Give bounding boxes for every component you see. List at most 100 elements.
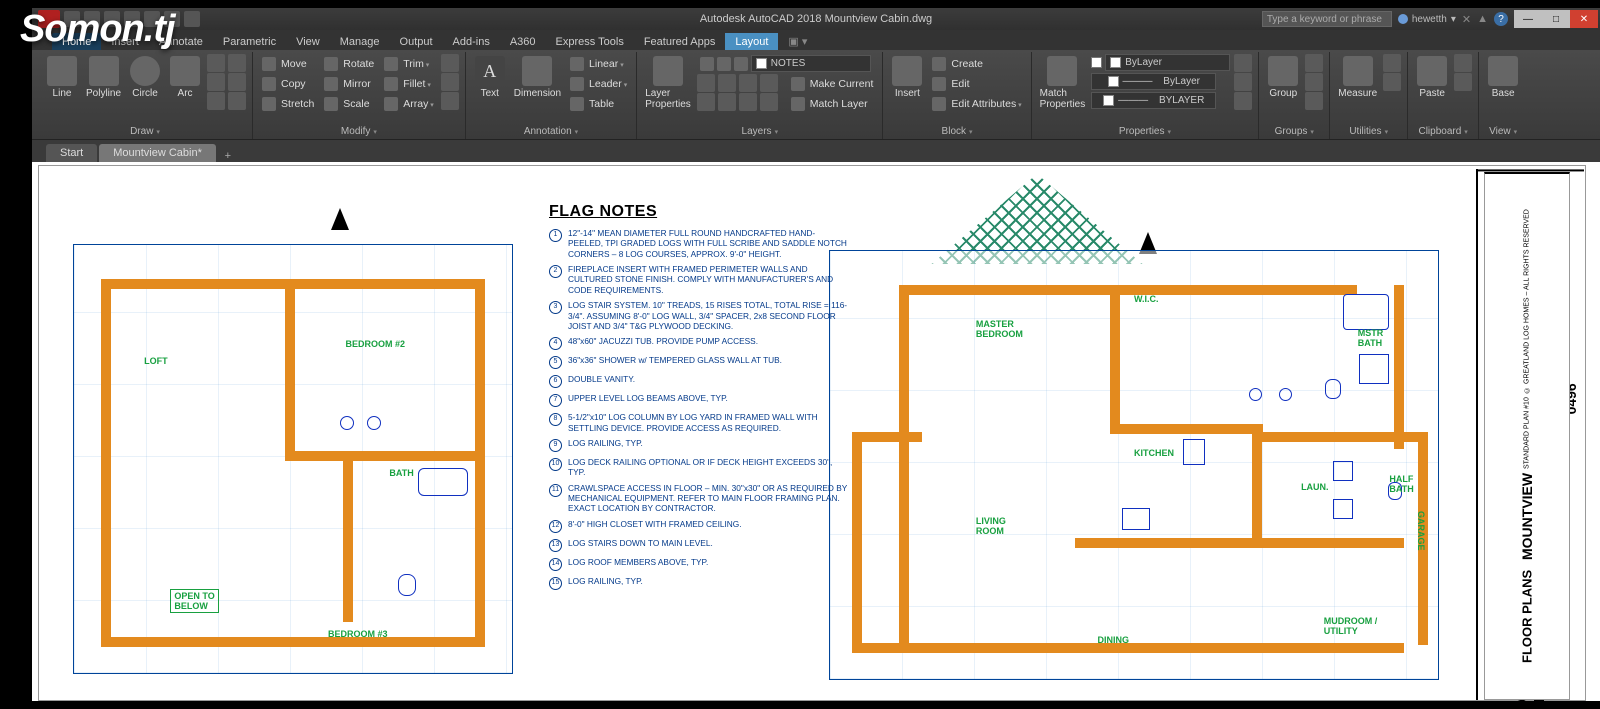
offset-icon[interactable] (441, 92, 459, 110)
trim-button[interactable]: Trim (381, 54, 437, 73)
circle-button[interactable]: Circle (127, 54, 163, 99)
region-icon[interactable] (228, 92, 246, 110)
dimension-button[interactable]: Dimension (512, 54, 563, 99)
stayconnected-icon[interactable]: ▲ (1477, 13, 1488, 25)
matchprops-button[interactable]: Match Properties (1038, 54, 1088, 110)
lineweight-dropdown[interactable]: ——— BYLAYER (1091, 92, 1216, 109)
linear-button[interactable]: Linear (567, 54, 630, 73)
layerunlk-icon[interactable] (760, 93, 778, 111)
tab-view[interactable]: View (286, 33, 330, 50)
window-minimize-button[interactable]: — (1514, 10, 1542, 28)
ungroup-icon[interactable] (1305, 54, 1323, 72)
insert-button[interactable]: Insert (889, 54, 925, 99)
layerprops-button[interactable]: Layer Properties (643, 54, 693, 110)
drawing-area[interactable]: LOFT BEDROOM #2 BATH BEDROOM #3 OPEN TO … (32, 162, 1600, 701)
text-button[interactable]: AText (472, 54, 508, 99)
signin-menu[interactable]: hewetth ▾ (1398, 14, 1456, 25)
layeriso-icon[interactable] (718, 74, 736, 92)
proppal-icon[interactable] (1234, 92, 1252, 110)
panel-modify-label[interactable]: Modify (259, 125, 459, 139)
leader-button[interactable]: Leader (567, 74, 630, 93)
layerthw-icon[interactable] (739, 93, 757, 111)
layerfrz-icon[interactable] (739, 74, 757, 92)
panel-annotation-label[interactable]: Annotation (472, 125, 630, 139)
erase-icon[interactable] (441, 54, 459, 72)
spline-icon[interactable] (228, 73, 246, 91)
tab-parametric[interactable]: Parametric (213, 33, 286, 50)
panel-properties-label[interactable]: Properties (1038, 125, 1253, 139)
layeroff-icon[interactable] (697, 74, 715, 92)
move-button[interactable]: Move (259, 54, 317, 73)
createblock-button[interactable]: Create (929, 54, 1024, 73)
window-maximize-button[interactable]: □ (1542, 10, 1570, 28)
paste-button[interactable]: Paste (1414, 54, 1450, 99)
table-button[interactable]: Table (567, 94, 630, 113)
scale-button[interactable]: Scale (321, 94, 377, 113)
help-icon[interactable]: ? (1494, 12, 1508, 26)
panel-utilities-label[interactable]: Utilities (1336, 125, 1401, 139)
panel-groups-label[interactable]: Groups (1265, 125, 1323, 139)
measure-button[interactable]: Measure (1336, 54, 1379, 99)
layerlock-icon[interactable] (760, 74, 778, 92)
copy-button[interactable]: Copy (259, 74, 317, 93)
editattrib-button[interactable]: Edit Attributes (929, 94, 1024, 113)
groupsel-icon[interactable] (1305, 92, 1323, 110)
panel-view-label[interactable]: View (1485, 125, 1521, 139)
explode-icon[interactable] (441, 73, 459, 91)
panel-layers-label[interactable]: Layers (643, 125, 876, 139)
tab-addins[interactable]: Add-ins (443, 33, 500, 50)
stretch-button[interactable]: Stretch (259, 94, 317, 113)
panel-clipboard-label[interactable]: Clipboard (1414, 125, 1472, 139)
rotate-button[interactable]: Rotate (321, 54, 377, 73)
tab-output[interactable]: Output (390, 33, 443, 50)
rectangle-icon[interactable] (207, 54, 225, 72)
point-icon[interactable] (207, 92, 225, 110)
groupedit-icon[interactable] (1305, 73, 1323, 91)
panel-draw-label[interactable]: Draw (44, 125, 246, 139)
tab-expresstools[interactable]: Express Tools (546, 33, 634, 50)
transparency-icon[interactable] (1234, 54, 1252, 72)
selectall-icon[interactable] (1383, 54, 1401, 72)
color-swatch[interactable] (1091, 57, 1102, 68)
list-icon[interactable] (1234, 73, 1252, 91)
layeron-icon[interactable] (697, 93, 715, 111)
fillet-button[interactable]: Fillet (381, 74, 437, 93)
ellipse-icon[interactable] (228, 54, 246, 72)
copyclip-icon[interactable] (1454, 73, 1472, 91)
qat-redo-icon[interactable] (184, 11, 200, 27)
quickcalc-icon[interactable] (1383, 73, 1401, 91)
hatch-icon[interactable] (207, 73, 225, 91)
layer-freeze-icon[interactable] (717, 57, 731, 71)
flag-note-row: 15LOG RAILING, TYP. (549, 576, 849, 590)
linetype-dropdown[interactable]: ——— ByLayer (1091, 73, 1216, 90)
exchange-icon[interactable]: ✕ (1462, 13, 1471, 26)
panel-block-label[interactable]: Block (889, 125, 1024, 139)
new-tab-button[interactable]: + (218, 150, 238, 162)
makecurrent-button[interactable]: Make Current (788, 74, 877, 93)
ribbon-minimize-icon[interactable]: ▣ ▾ (778, 32, 817, 50)
matchlayer-button[interactable]: Match Layer (788, 94, 877, 113)
line-button[interactable]: Line (44, 54, 80, 99)
cut-icon[interactable] (1454, 54, 1472, 72)
group-button[interactable]: Group (1265, 54, 1301, 99)
polyline-button[interactable]: Polyline (84, 54, 123, 99)
layer-sun-icon[interactable] (700, 57, 714, 71)
filetab-document[interactable]: Mountview Cabin* (99, 144, 216, 162)
layer-lock-icon[interactable] (734, 57, 748, 71)
window-close-button[interactable]: ✕ (1570, 10, 1598, 28)
layeruniso-icon[interactable] (718, 93, 736, 111)
array-button[interactable]: Array (381, 94, 437, 113)
arc-button[interactable]: Arc (167, 54, 203, 99)
base-button[interactable]: Base (1485, 54, 1521, 99)
layer-dropdown[interactable]: NOTES (751, 55, 871, 72)
tab-featuredapps[interactable]: Featured Apps (634, 33, 726, 50)
infocenter-search[interactable]: Type a keyword or phrase (1262, 11, 1392, 27)
mirror-button[interactable]: Mirror (321, 74, 377, 93)
tab-manage[interactable]: Manage (330, 33, 390, 50)
flag-note-number: 13 (549, 539, 562, 552)
color-dropdown[interactable]: ByLayer (1105, 54, 1230, 71)
filetab-start[interactable]: Start (46, 144, 97, 162)
tab-layout[interactable]: Layout (725, 33, 778, 50)
editblock-button[interactable]: Edit (929, 74, 1024, 93)
tab-a360[interactable]: A360 (500, 33, 546, 50)
